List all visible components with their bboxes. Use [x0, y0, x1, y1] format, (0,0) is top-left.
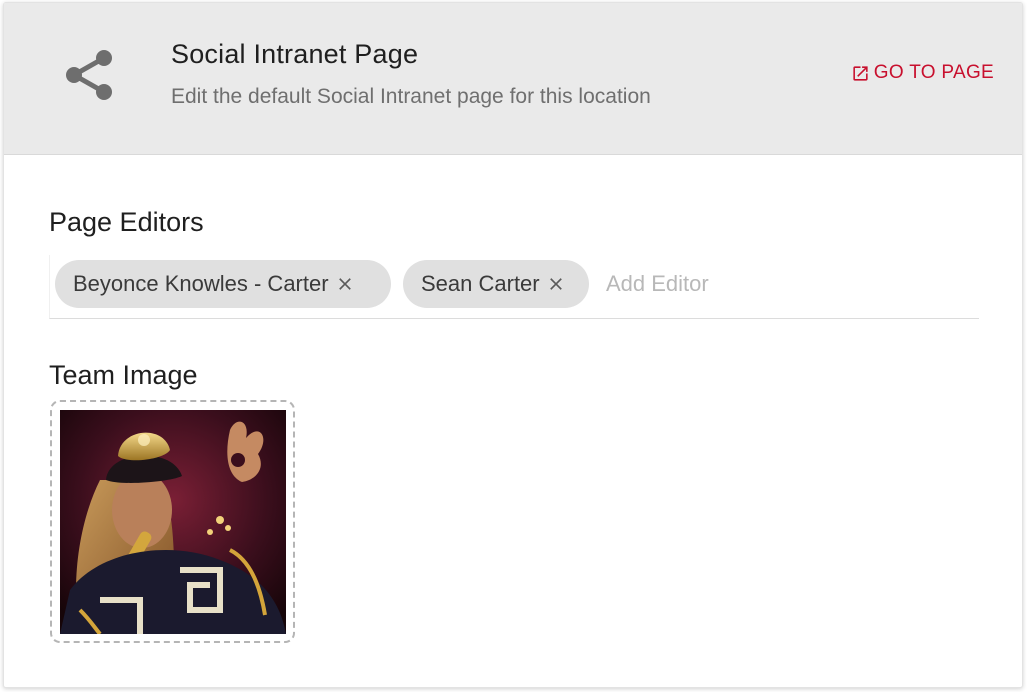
share-icon — [66, 50, 112, 100]
page-editors-heading: Page Editors — [49, 207, 204, 237]
page-subtitle: Edit the default Social Intranet page fo… — [171, 85, 651, 108]
social-intranet-card: Social Intranet Page Edit the default So… — [3, 2, 1023, 688]
team-image-heading: Team Image — [49, 360, 198, 390]
close-icon[interactable] — [335, 274, 355, 294]
add-editor-input[interactable] — [606, 260, 966, 308]
go-to-page-link[interactable]: GO TO PAGE — [851, 62, 994, 84]
page-editors-field: Beyonce Knowles - Carter Sean Carter — [49, 255, 979, 319]
go-to-page-label: GO TO PAGE — [873, 62, 994, 83]
close-icon[interactable] — [546, 274, 566, 294]
page-title: Social Intranet Page — [171, 39, 419, 69]
team-image-dropzone[interactable] — [50, 400, 295, 643]
editor-chip[interactable]: Sean Carter — [403, 260, 589, 308]
editor-chip[interactable]: Beyonce Knowles - Carter — [55, 260, 391, 308]
card-header: Social Intranet Page Edit the default So… — [4, 3, 1022, 155]
editor-chip-label: Sean Carter — [421, 271, 540, 296]
editor-chip-label: Beyonce Knowles - Carter — [73, 271, 329, 296]
team-image — [60, 410, 286, 634]
open-in-new-icon — [853, 65, 868, 81]
